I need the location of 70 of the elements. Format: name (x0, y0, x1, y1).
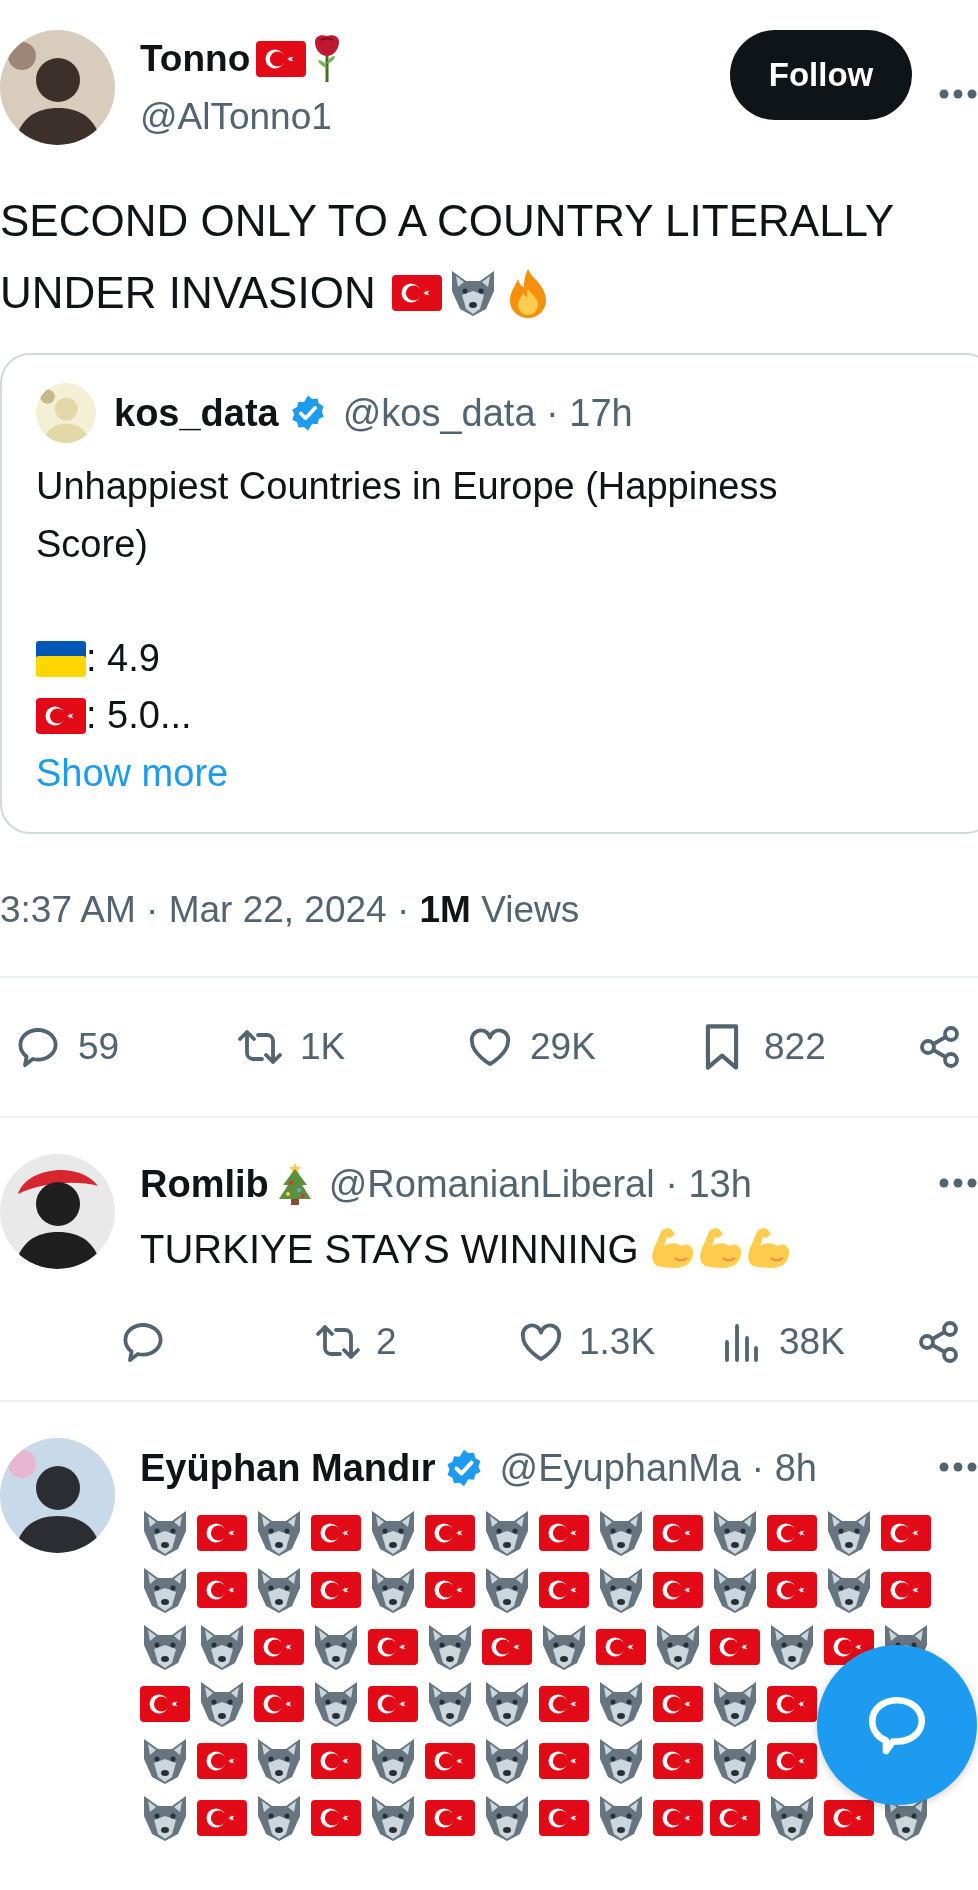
flag-icon (653, 1799, 703, 1836)
flag-icon (254, 1685, 304, 1722)
flag-icon (425, 1799, 475, 1836)
quoted-user-name: kos_data (114, 391, 279, 435)
action-count: 2 (376, 1321, 397, 1363)
reply-meta: @EyuphanMa · 8h (499, 1446, 817, 1490)
flag-icon (140, 1685, 190, 1722)
user-name: Romlib (140, 1162, 269, 1206)
flag-icon (311, 1799, 361, 1836)
flag-icon (710, 1628, 760, 1665)
action-count: 59 (78, 1026, 120, 1068)
flag-icon (539, 1571, 589, 1608)
flag-icon (36, 697, 86, 734)
flag-icon (197, 1514, 247, 1551)
flag-icon (539, 1685, 589, 1722)
follow-button[interactable]: Follow (730, 30, 912, 120)
flag-icon (710, 1799, 760, 1836)
flag-icon (425, 1514, 475, 1551)
flag-icon (653, 1685, 703, 1722)
tweet-text-line: UNDER INVASION (0, 267, 376, 319)
more-icon[interactable] (938, 88, 978, 100)
flag-icon (311, 1742, 361, 1779)
more-icon[interactable] (938, 1177, 978, 1189)
score-line: : 5.0... (86, 693, 192, 738)
flag-icon (767, 1514, 817, 1551)
action-count: 29K (530, 1026, 596, 1068)
quoted-tweet-meta: @kos_data · 17h (342, 391, 633, 435)
tweet-timestamp: 3:37 AM · Mar 22, 2024 · 1M Views (0, 888, 581, 932)
user-handle: @AlTonno1 (140, 96, 333, 138)
flag-icon (311, 1571, 361, 1608)
flag-icon (653, 1514, 703, 1551)
user-name: Tonno (140, 38, 251, 80)
flag-icon (425, 1571, 475, 1608)
flag-icon (425, 1742, 475, 1779)
flag-icon (197, 1799, 247, 1836)
action-count: 822 (764, 1026, 826, 1068)
flag-icon (767, 1571, 817, 1608)
flag-icon (197, 1571, 247, 1608)
flag-icon (311, 1514, 361, 1551)
score-line: : 4.9 (86, 636, 160, 681)
flag-icon (368, 1628, 418, 1665)
flag-icon (197, 1742, 247, 1779)
flag-icon (539, 1799, 589, 1836)
tweet-text-line: SECOND ONLY TO A COUNTRY LITERALLY (0, 195, 895, 247)
christmas-tree-icon (276, 1161, 313, 1207)
reply-meta: @RomanianLiberal · 13h (328, 1162, 752, 1206)
flag-icon (881, 1571, 931, 1608)
quoted-tweet-text: Unhappiest Countries in Europe (Happiness Score) (36, 464, 779, 567)
flag-icon (767, 1742, 817, 1779)
flag-icon (653, 1742, 703, 1779)
flag-icon (653, 1571, 703, 1608)
flag-icon (368, 1685, 418, 1722)
reply-fab-button[interactable] (817, 1645, 977, 1805)
flag-icon (539, 1514, 589, 1551)
flag-icon (881, 1514, 931, 1551)
reply-text: TURKIYE STAYS WINNING (140, 1226, 639, 1273)
more-icon[interactable] (938, 1461, 978, 1473)
flag-icon (596, 1628, 646, 1665)
action-count: 1.3K (579, 1321, 656, 1363)
flag-icon (254, 1628, 304, 1665)
flag-icon (482, 1628, 532, 1665)
user-name: Eyüphan Mandır (140, 1446, 436, 1490)
action-count: 1K (300, 1026, 346, 1068)
flag-icon (36, 640, 86, 677)
flag-icon (767, 1685, 817, 1722)
flag-icon (824, 1799, 874, 1836)
flag-icon (539, 1742, 589, 1779)
action-count: 38K (779, 1321, 845, 1363)
flag-icon (391, 275, 442, 311)
flag-icon (256, 41, 307, 77)
